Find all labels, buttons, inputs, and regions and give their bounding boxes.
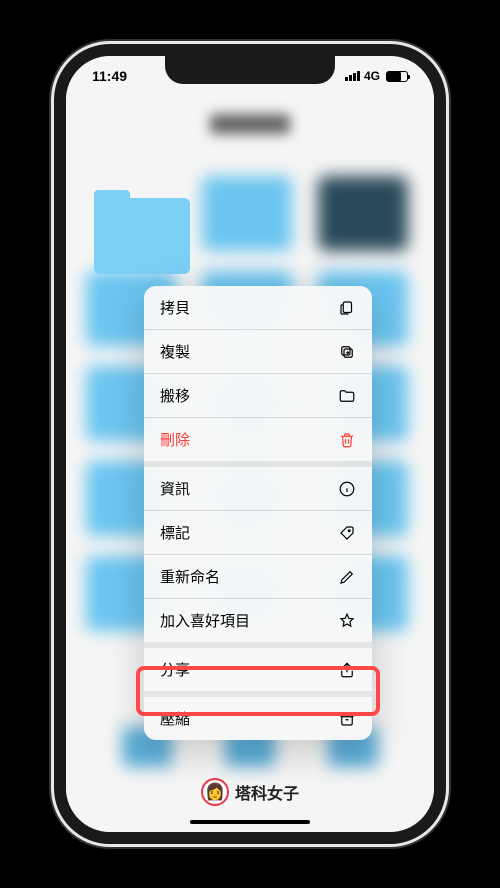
status-right: 4G: [345, 69, 408, 83]
star-icon: [338, 612, 356, 630]
menu-rename[interactable]: 重新命名: [144, 555, 372, 599]
selected-folder[interactable]: [94, 198, 190, 274]
menu-label: 分享: [160, 659, 190, 680]
menu-label: 搬移: [160, 385, 190, 406]
notch: [165, 56, 335, 84]
pencil-icon: [338, 568, 356, 586]
status-time: 11:49: [92, 68, 127, 84]
archive-icon: [338, 710, 356, 728]
share-icon: [338, 661, 356, 679]
battery-icon: [386, 71, 408, 82]
info-icon: [338, 480, 356, 498]
menu-label: 壓縮: [160, 708, 190, 729]
menu-delete[interactable]: 刪除: [144, 418, 372, 467]
menu-copy[interactable]: 拷貝: [144, 286, 372, 330]
signal-icon: [345, 71, 360, 81]
watermark: 👩 塔科女子: [201, 778, 299, 806]
menu-duplicate[interactable]: 複製: [144, 330, 372, 374]
duplicate-icon: [338, 343, 356, 361]
menu-label: 刪除: [160, 429, 190, 450]
menu-label: 資訊: [160, 478, 190, 499]
menu-label: 標記: [160, 522, 190, 543]
folder-icon: [94, 198, 190, 274]
context-menu: 拷貝 複製 搬移 刪除 資訊 標記 重新命名 加入喜好項目: [144, 286, 372, 740]
watermark-text: 塔科女子: [235, 780, 299, 804]
menu-favorite[interactable]: 加入喜好項目: [144, 599, 372, 648]
menu-share[interactable]: 分享: [144, 648, 372, 697]
menu-label: 重新命名: [160, 566, 220, 587]
network-label: 4G: [364, 69, 380, 83]
menu-label: 拷貝: [160, 297, 190, 318]
watermark-avatar-icon: 👩: [201, 778, 229, 806]
folder-icon: [338, 387, 356, 405]
menu-label: 加入喜好項目: [160, 610, 250, 631]
trash-icon: [338, 431, 356, 449]
menu-info[interactable]: 資訊: [144, 467, 372, 511]
menu-label: 複製: [160, 341, 190, 362]
phone-frame: 11:49 4G 拷貝 複製 搬移: [54, 44, 446, 844]
home-indicator[interactable]: [190, 820, 310, 824]
copy-doc-icon: [338, 299, 356, 317]
menu-move[interactable]: 搬移: [144, 374, 372, 418]
menu-compress[interactable]: 壓縮: [144, 697, 372, 740]
menu-tags[interactable]: 標記: [144, 511, 372, 555]
tag-icon: [338, 524, 356, 542]
